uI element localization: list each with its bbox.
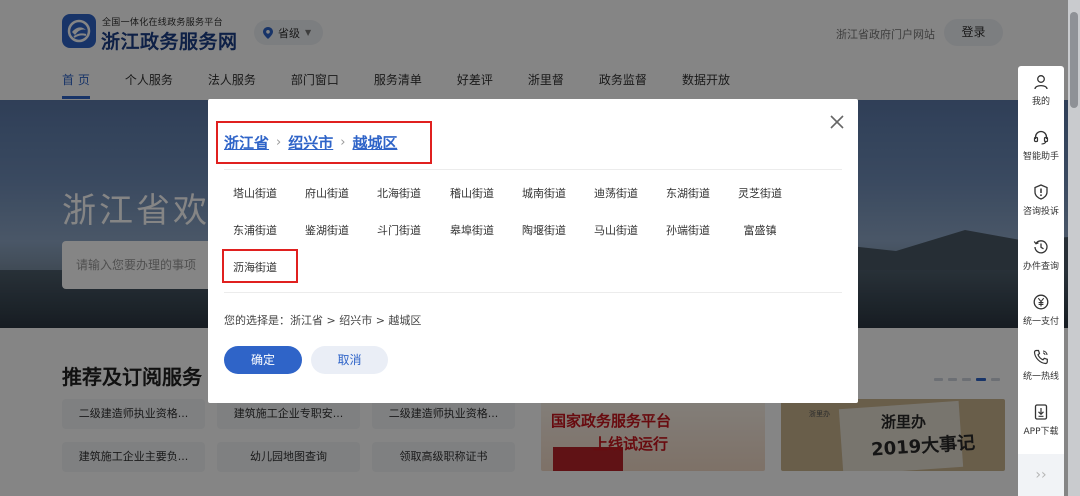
breadcrumb: 浙江省 › 绍兴市 › 越城区 <box>224 132 397 153</box>
street-option[interactable]: 东湖街道 <box>654 182 722 206</box>
toolbar-assistant[interactable]: 智能助手 <box>1018 129 1064 184</box>
toolbar-label: 办件查询 <box>1022 262 1059 272</box>
page: 全国一体化在线政务服务平台 浙江政务服务网 省级 ▼ 浙江省政府门户网站 登录 … <box>0 0 1080 496</box>
yuan-icon <box>1033 294 1049 310</box>
toolbar-query[interactable]: 办件查询 <box>1018 239 1064 294</box>
street-option[interactable]: 灵芝街道 <box>726 182 794 206</box>
street-option[interactable]: 北海街道 <box>365 182 433 206</box>
street-option[interactable]: 皋埠街道 <box>438 219 506 243</box>
street-option[interactable]: 陶堰街道 <box>510 219 578 243</box>
street-option[interactable]: 孙端街道 <box>654 219 722 243</box>
breadcrumb-separator-icon: › <box>276 135 282 150</box>
street-option[interactable]: 稽山街道 <box>438 182 506 206</box>
history-clock-icon <box>1033 240 1048 254</box>
confirm-button[interactable]: 确定 <box>224 346 302 374</box>
scrollbar-thumb[interactable] <box>1070 12 1078 108</box>
toolbar-complaint[interactable]: 咨询投诉 <box>1018 184 1064 239</box>
floating-toolbar: 我的 智能助手 咨询投诉 办件查询 统一支付 统一热线 APP下载 ›› <box>1018 66 1064 496</box>
divider <box>224 169 842 170</box>
street-option[interactable]: 迪荡街道 <box>582 182 650 206</box>
alert-shield-icon <box>1034 184 1048 200</box>
toolbar-label: APP下载 <box>1023 427 1059 437</box>
street-option[interactable]: 府山街道 <box>293 182 361 206</box>
toolbar-label: 我的 <box>1031 97 1050 107</box>
phone-icon <box>1033 349 1048 365</box>
cancel-button[interactable]: 取消 <box>311 346 388 374</box>
street-option[interactable]: 斗门街道 <box>365 219 433 243</box>
headset-icon <box>1033 130 1049 145</box>
toolbar-expand-button[interactable]: ›› <box>1018 454 1064 496</box>
street-option[interactable]: 东浦街道 <box>221 219 289 243</box>
current-selection: 您的选择是：浙江省 > 绍兴市 > 越城区 <box>224 314 422 327</box>
toolbar-label: 咨询投诉 <box>1022 207 1059 217</box>
street-option[interactable]: 马山街道 <box>582 219 650 243</box>
toolbar-label: 统一支付 <box>1022 317 1059 327</box>
street-option[interactable]: 城南街道 <box>510 182 578 206</box>
toolbar-app-download[interactable]: APP下载 <box>1018 404 1064 459</box>
street-option[interactable]: 鉴湖街道 <box>293 219 361 243</box>
region-picker-dialog: 浙江省 › 绍兴市 › 越城区 塔山街道 府山街道 北海街道 稽山街道 城南街道… <box>208 99 858 403</box>
divider <box>224 292 842 293</box>
street-option[interactable]: 富盛镇 <box>726 219 794 243</box>
toolbar-payment[interactable]: 统一支付 <box>1018 294 1064 349</box>
toolbar-label: 统一热线 <box>1022 372 1059 382</box>
street-option[interactable]: 塔山街道 <box>221 182 289 206</box>
breadcrumb-district[interactable]: 越城区 <box>352 132 397 153</box>
download-icon <box>1034 404 1048 420</box>
toolbar-hotline[interactable]: 统一热线 <box>1018 349 1064 404</box>
breadcrumb-province[interactable]: 浙江省 <box>224 132 269 153</box>
street-option-lihai[interactable]: 沥海街道 <box>221 256 289 280</box>
toolbar-label: 智能助手 <box>1022 152 1059 162</box>
breadcrumb-separator-icon: › <box>340 135 346 150</box>
user-icon <box>1034 75 1048 90</box>
toolbar-my[interactable]: 我的 <box>1018 74 1064 129</box>
breadcrumb-city[interactable]: 绍兴市 <box>288 132 333 153</box>
close-icon[interactable] <box>828 113 846 131</box>
